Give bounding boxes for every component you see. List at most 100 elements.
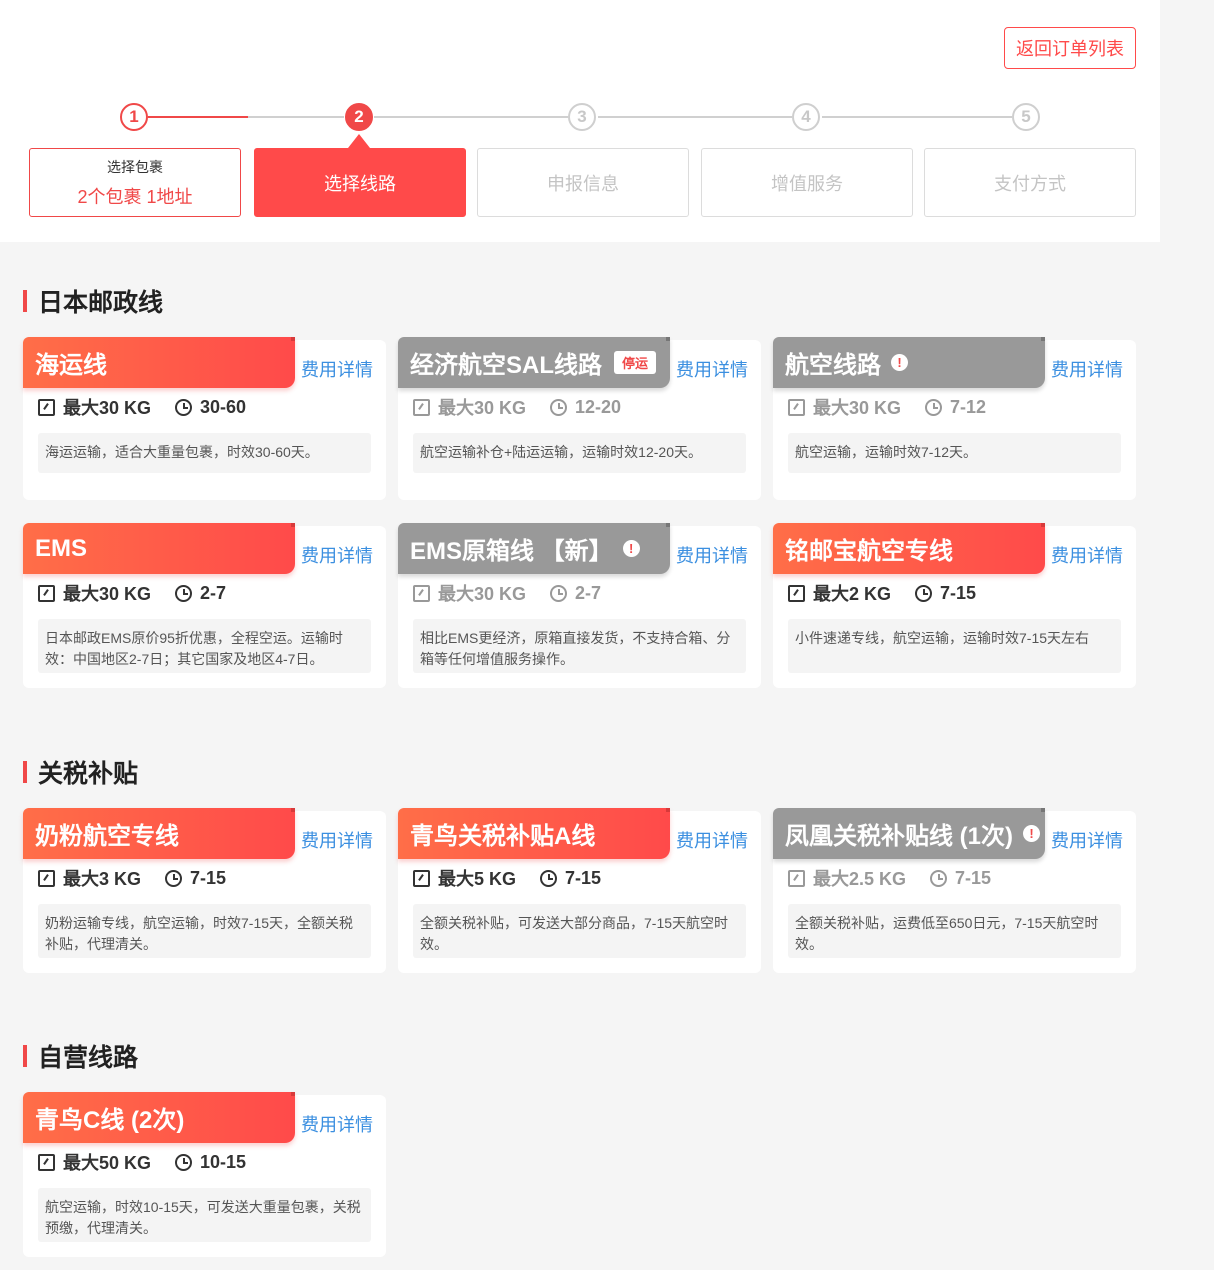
step-value-added[interactable]: 增值服务	[701, 148, 913, 217]
route-name-tag: EMS	[23, 523, 295, 574]
fee-details-link[interactable]: 费用详情	[301, 827, 373, 853]
fee-details-link[interactable]: 费用详情	[1051, 542, 1123, 568]
route-card[interactable]: 青鸟C线 (2次) 费用详情最大50 KG 10-15 航空运输，时效10-15天，可…	[23, 1092, 386, 1257]
fee-details-link[interactable]: 费用详情	[301, 1111, 373, 1137]
scale-icon	[38, 1153, 55, 1171]
route-card[interactable]: 青鸟关税补贴A线 费用详情 最大5 KG 7-15 全额关税补贴，可发送大部分商品，7-…	[398, 808, 761, 973]
scale-icon	[38, 869, 55, 887]
tag-fold-decoration	[291, 337, 295, 341]
route-name-tag: 凤凰关税补贴线 (1次)!	[773, 808, 1045, 859]
max-weight: 最大2 KG	[788, 580, 891, 606]
fee-details-link[interactable]: 费用详情	[676, 356, 748, 382]
step-select-package[interactable]: 选择包裹 2个包裹 1地址	[29, 148, 241, 217]
fee-details-link[interactable]: 费用详情	[301, 356, 373, 382]
scale-icon	[413, 398, 430, 416]
max-weight-value: 最大30 KG	[438, 398, 527, 418]
route-name: 奶粉航空专线	[35, 823, 179, 850]
delivery-days-value: 2-7	[200, 582, 227, 603]
route-description: 相比EMS更经济，原箱直接发货，不支持合箱、分箱等任何增值服务操作。	[413, 619, 746, 673]
delivery-days-value: 7-15	[565, 867, 602, 888]
fee-details-link[interactable]: 费用详情	[301, 542, 373, 568]
warning-icon[interactable]: !	[1023, 825, 1040, 842]
scale-icon	[38, 584, 55, 602]
scale-icon	[38, 398, 55, 416]
route-name-tag: 铭邮宝航空专线	[773, 523, 1045, 574]
step-5-circle: 5	[1012, 103, 1040, 131]
route-card[interactable]: 铭邮宝航空专线 费用详情 最大2 KG 7-15 小件速递专线，航空运输，运输时效7-1…	[773, 523, 1136, 688]
route-card[interactable]: 凤凰关税补贴线 (1次)! 费用详情 最大2.5 KG 7-15 全额关税补贴，运费低至…	[773, 808, 1136, 973]
clock-icon	[165, 869, 183, 887]
route-card[interactable]: 航空线路! 费用详情 最大30 KG 7-12 航空运输，运输时效7-12天。	[773, 337, 1136, 500]
delivery-days: 12-20	[550, 397, 621, 418]
route-description: 航空运输，时效10-15天，可发送大重量包裹，关税预缴，代理清关。	[38, 1188, 371, 1242]
delivery-days-value: 12-20	[575, 396, 622, 417]
max-weight: 最大30 KG	[413, 580, 526, 606]
step-1-circle: 1	[120, 103, 148, 131]
section-title: 日本邮政线	[23, 283, 163, 319]
route-description: 航空运输补仓+陆运运输，运输时效12-20天。	[413, 433, 746, 473]
route-name: 铭邮宝航空专线	[785, 538, 953, 565]
route-name: 航空线路	[785, 352, 881, 379]
scale-icon	[413, 869, 430, 887]
warning-icon[interactable]: !	[622, 540, 640, 557]
warning-icon[interactable]: !	[891, 354, 908, 371]
route-description: 航空运输，运输时效7-12天。	[788, 433, 1121, 473]
route-meta: 最大30 KG 30-60	[38, 394, 270, 420]
back-to-orders-button[interactable]: 返回订单列表	[1004, 27, 1136, 69]
fee-details-link[interactable]: 费用详情	[1051, 356, 1123, 382]
max-weight-value: 最大30 KG	[63, 584, 152, 604]
delivery-days-value: 10-15	[200, 1151, 247, 1172]
route-name: 青鸟C线 (2次)	[35, 1107, 185, 1134]
route-card[interactable]: EMS原箱线 【新】! 费用详情最大30 KG 2-7 相比EMS更经济，原箱直接发货…	[398, 523, 761, 688]
route-name: EMS	[35, 534, 88, 562]
max-weight: 最大30 KG	[38, 580, 151, 606]
delivery-days-value: 30-60	[200, 396, 247, 417]
max-weight-value: 最大50 KG	[63, 1153, 152, 1173]
fee-details-link[interactable]: 费用详情	[676, 542, 748, 568]
suspended-badge: 停运	[614, 351, 657, 374]
route-card[interactable]: 经济航空SAL线路 停运 费用详情最大30 KG 12-20 航空运输补仓+陆运运输，运…	[398, 337, 761, 500]
max-weight-value: 最大30 KG	[63, 398, 152, 418]
delivery-days: 7-15	[915, 583, 976, 604]
tag-fold-decoration	[1041, 337, 1045, 341]
step-payment[interactable]: 支付方式	[924, 148, 1136, 217]
clock-icon	[915, 584, 933, 602]
delivery-days-value: 7-15	[955, 867, 992, 888]
route-description: 日本邮政EMS原价95折优惠，全程空运。运输时效：中国地区2-7日；其它国家及地…	[38, 619, 371, 673]
max-weight: 最大30 KG	[788, 394, 901, 420]
scale-icon	[413, 584, 430, 602]
route-card[interactable]: 海运线 费用详情最大30 KG 30-60 海运运输，适合大重量包裹，时效30-60天…	[23, 337, 386, 500]
fee-details-link[interactable]: 费用详情	[676, 827, 748, 853]
section-title-text: 自营线路	[38, 1044, 139, 1072]
route-name-tag: 奶粉航空专线	[23, 808, 295, 859]
route-name-tag: 青鸟C线 (2次)	[23, 1092, 295, 1143]
route-card[interactable]: EMS 费用详情最大30 KG 2-7 日本邮政EMS原价95折优惠，全程空运。运输时…	[23, 523, 386, 688]
max-weight: 最大30 KG	[38, 394, 151, 420]
step-value-added-label: 增值服务	[771, 173, 843, 194]
route-meta: 最大30 KG 12-20	[413, 394, 645, 420]
scale-icon	[788, 584, 805, 602]
route-meta: 最大30 KG 2-7	[413, 580, 625, 606]
max-weight-value: 最大30 KG	[438, 584, 527, 604]
route-name: 经济航空SAL线路	[410, 352, 602, 379]
route-name: EMS原箱线 【新】	[410, 538, 613, 565]
delivery-days: 2-7	[175, 583, 226, 604]
route-description: 海运运输，适合大重量包裹，时效30-60天。	[38, 433, 371, 473]
step-2-circle: 2	[345, 103, 373, 131]
tag-fold-decoration	[291, 808, 295, 812]
max-weight: 最大30 KG	[413, 394, 526, 420]
section-title-marker	[23, 1045, 27, 1067]
route-meta: 最大3 KG 7-15	[38, 865, 250, 891]
fee-details-link[interactable]: 费用详情	[1051, 827, 1123, 853]
tag-fold-decoration	[666, 337, 670, 341]
step-select-route[interactable]: 选择线路	[254, 148, 466, 217]
route-description: 全额关税补贴，运费低至650日元，7-15天航空时效。	[788, 904, 1121, 958]
clock-icon	[550, 584, 568, 602]
delivery-days-value: 7-15	[940, 582, 977, 603]
route-name: 海运线	[35, 352, 107, 379]
route-name: 青鸟关税补贴A线	[410, 823, 596, 850]
scale-icon	[788, 398, 805, 416]
step-declaration[interactable]: 申报信息	[477, 148, 689, 217]
section-title-marker	[23, 761, 27, 783]
route-card[interactable]: 奶粉航空专线 费用详情 最大3 KG 7-15 奶粉运输专线，航空运输，时效7-15天，…	[23, 808, 386, 973]
